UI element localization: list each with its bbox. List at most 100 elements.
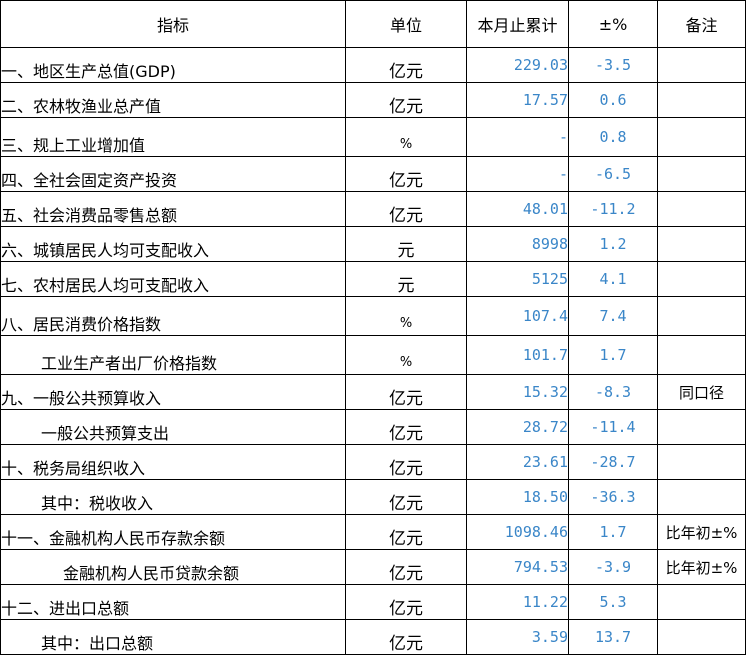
change-cell: 1.2	[568, 226, 658, 262]
indicator-cell: 九、一般公共预算收入	[0, 374, 346, 410]
change-cell: -6.5	[568, 156, 658, 192]
cumulative-cell: 8998	[466, 226, 569, 262]
note-cell	[657, 335, 746, 375]
note-cell	[657, 191, 746, 227]
change-cell: -11.2	[568, 191, 658, 227]
cumulative-cell: 23.61	[466, 444, 569, 480]
unit-cell: %	[345, 296, 467, 336]
note-cell	[657, 156, 746, 192]
note-cell	[657, 296, 746, 336]
unit-cell: 亿元	[345, 156, 467, 192]
change-cell: 7.4	[568, 296, 658, 336]
indicator-cell: 十一、金融机构人民币存款余额	[0, 514, 346, 550]
note-cell: 比年初±%	[657, 549, 746, 585]
table-row: 九、一般公共预算收入 亿元 15.32 -8.3 同口径	[0, 374, 746, 410]
header-row: 指标 单位 本月止累计 ±% 备注	[0, 0, 746, 48]
indicator-cell: 金融机构人民币贷款余额	[0, 549, 346, 585]
cumulative-cell: 18.50	[466, 479, 569, 515]
unit-cell: 亿元	[345, 191, 467, 227]
unit-cell: 亿元	[345, 549, 467, 585]
indicator-cell: 七、农村居民人均可支配收入	[0, 261, 346, 297]
cumulative-cell: 1098.46	[466, 514, 569, 550]
change-cell: 1.7	[568, 514, 658, 550]
change-cell: 0.8	[568, 117, 658, 157]
cumulative-cell: 3.59	[466, 619, 569, 655]
table-row: 三、规上工业增加值% -0.8	[0, 117, 746, 157]
change-cell: -3.9	[568, 549, 658, 585]
change-cell: 13.7	[568, 619, 658, 655]
change-cell: -11.4	[568, 409, 658, 445]
note-cell: 比年初±%	[657, 514, 746, 550]
indicator-cell: 十、税务局组织收入	[0, 444, 346, 480]
table-row: 四、全社会固定资产投资 亿元 - -6.5	[0, 156, 746, 192]
table-row: 工业生产者出厂价格指数% 101.7 1.7	[0, 335, 746, 375]
note-cell	[657, 226, 746, 262]
table-row: 二、农林牧渔业总产值 亿元 17.57 0.6	[0, 82, 746, 118]
unit-cell: 元	[345, 226, 467, 262]
change-cell: -28.7	[568, 444, 658, 480]
indicator-cell: 十二、进出口总额	[0, 584, 346, 620]
cumulative-cell: 101.7	[466, 335, 569, 375]
cumulative-cell: 5125	[466, 261, 569, 297]
change-cell: 4.1	[568, 261, 658, 297]
table-row: 一般公共预算支出 亿元 28.72 -11.4	[0, 409, 746, 445]
unit-cell: 亿元	[345, 47, 467, 83]
cumulative-cell: 107.4	[466, 296, 569, 336]
table-row: 其中：税收收入 亿元 18.50 -36.3	[0, 479, 746, 515]
cumulative-cell: 11.22	[466, 584, 569, 620]
indicator-cell: 三、规上工业增加值	[0, 117, 346, 157]
table-row: 其中：出口总额 亿元 3.59 13.7	[0, 619, 746, 655]
table-row: 十一、金融机构人民币存款余额 亿元 1098.46 1.7 比年初±%	[0, 514, 746, 550]
table-header: 指标 单位 本月止累计 ±% 备注	[0, 0, 746, 48]
cumulative-cell: 28.72	[466, 409, 569, 445]
unit-cell: 亿元	[345, 584, 467, 620]
indicator-cell: 八、居民消费价格指数	[0, 296, 346, 336]
header-indicator: 指标	[0, 0, 346, 48]
note-cell	[657, 584, 746, 620]
change-cell: -8.3	[568, 374, 658, 410]
change-cell: 1.7	[568, 335, 658, 375]
unit-cell: 亿元	[345, 514, 467, 550]
note-cell: 同口径	[657, 374, 746, 410]
indicator-cell: 工业生产者出厂价格指数	[0, 335, 346, 375]
note-cell	[657, 619, 746, 655]
cumulative-cell: 229.03	[466, 47, 569, 83]
table-row: 七、农村居民人均可支配收入元 5125 4.1	[0, 261, 746, 297]
header-change: ±%	[568, 0, 658, 48]
unit-cell: 亿元	[345, 82, 467, 118]
unit-cell: 元	[345, 261, 467, 297]
cumulative-cell: 794.53	[466, 549, 569, 585]
unit-cell: 亿元	[345, 374, 467, 410]
table-row: 十二、进出口总额 亿元 11.22 5.3	[0, 584, 746, 620]
cumulative-cell: 15.32	[466, 374, 569, 410]
unit-cell: %	[345, 335, 467, 375]
note-cell	[657, 409, 746, 445]
unit-cell: 亿元	[345, 444, 467, 480]
table-row: 金融机构人民币贷款余额 亿元 794.53 -3.9 比年初±%	[0, 549, 746, 585]
table-row: 八、居民消费价格指数% 107.4 7.4	[0, 296, 746, 336]
note-cell	[657, 82, 746, 118]
table-row: 十、税务局组织收入 亿元 23.61 -28.7	[0, 444, 746, 480]
unit-cell: %	[345, 117, 467, 157]
note-cell	[657, 47, 746, 83]
indicator-cell: 其中：出口总额	[0, 619, 346, 655]
unit-cell: 亿元	[345, 479, 467, 515]
cumulative-cell: -	[466, 156, 569, 192]
statistics-table: 指标 单位 本月止累计 ±% 备注 一、地区生产总值(GDP) 亿元 229.03-…	[0, 0, 746, 655]
header-note: 备注	[657, 0, 746, 48]
cumulative-cell: 48.01	[466, 191, 569, 227]
cumulative-cell: -	[466, 117, 569, 157]
indicator-cell: 四、全社会固定资产投资	[0, 156, 346, 192]
change-cell: 0.6	[568, 82, 658, 118]
indicator-cell: 其中：税收收入	[0, 479, 346, 515]
change-cell: -36.3	[568, 479, 658, 515]
note-cell	[657, 117, 746, 157]
table-body: 一、地区生产总值(GDP) 亿元 229.03 -3.5 二、农林牧渔业总产值 亿元 17.…	[0, 47, 746, 655]
note-cell	[657, 444, 746, 480]
table-row: 一、地区生产总值(GDP) 亿元 229.03 -3.5	[0, 47, 746, 83]
indicator-cell: 一般公共预算支出	[0, 409, 346, 445]
indicator-cell: 六、城镇居民人均可支配收入	[0, 226, 346, 262]
change-cell: 5.3	[568, 584, 658, 620]
header-cumulative: 本月止累计	[466, 0, 569, 48]
cumulative-cell: 17.57	[466, 82, 569, 118]
